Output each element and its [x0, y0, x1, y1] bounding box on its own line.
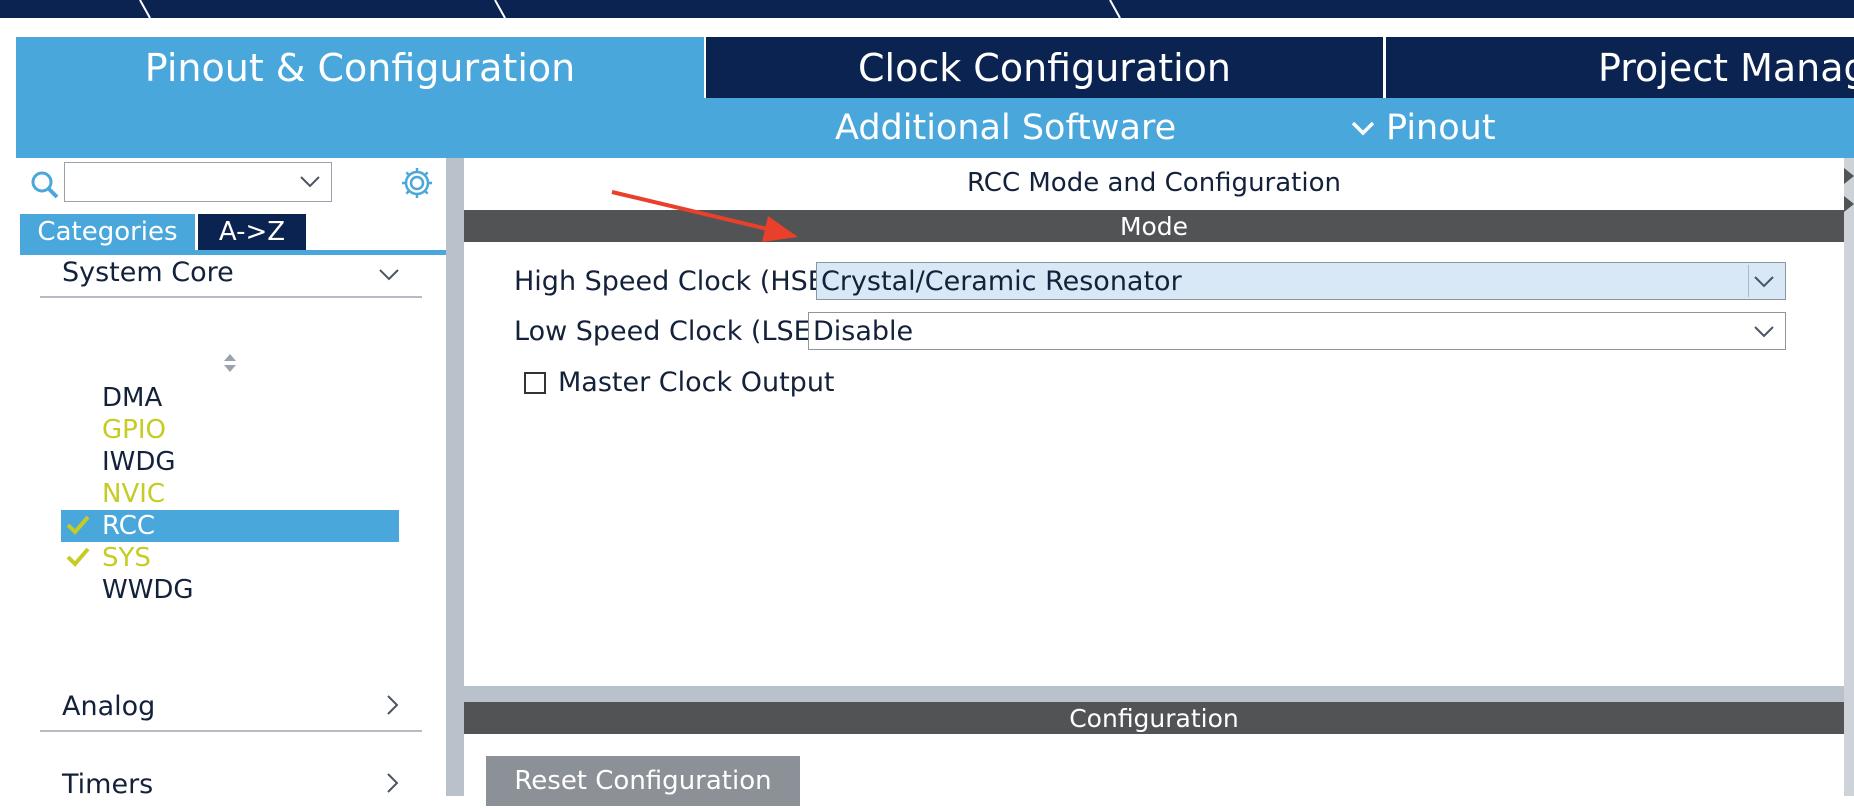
list-item-label: WWDG [102, 575, 194, 605]
list-item-label: RCC [102, 511, 156, 541]
chevron-down-icon [1754, 276, 1774, 288]
collapse-arrow-icon[interactable] [1840, 162, 1854, 222]
list-item-dma[interactable]: DMA [61, 382, 399, 414]
group-analog[interactable]: Analog [40, 684, 422, 732]
group-label: System Core [62, 257, 234, 288]
hse-select[interactable]: Crystal/Ceramic Resonator [816, 262, 1786, 300]
list-item-label: SYS [102, 543, 151, 573]
reset-configuration-button[interactable]: Reset Configuration [486, 756, 800, 806]
lse-select-value: Disable [813, 316, 914, 347]
pinout-menu-label: Pinout [1386, 108, 1496, 148]
tab-project-manager[interactable]: Project Manage [1386, 37, 1854, 98]
category-panel: Categories A->Z System Core DMA GPIO IWD… [16, 158, 446, 800]
annotation-arrow-icon [611, 190, 798, 242]
right-edge-strip [1844, 158, 1854, 796]
tab-a-to-z[interactable]: A->Z [198, 214, 306, 250]
list-item-nvic[interactable]: NVIC [61, 478, 399, 510]
sub-tab-bar: Additional Software Pinout [16, 98, 1854, 158]
hse-select-value: Crystal/Ceramic Resonator [821, 266, 1182, 297]
search-icon[interactable] [30, 170, 60, 200]
list-item-wwdg[interactable]: WWDG [61, 574, 399, 606]
chevron-down-icon [379, 269, 399, 281]
search-input[interactable] [64, 162, 332, 202]
list-item-label: NVIC [102, 479, 166, 509]
breadcrumb-separators [139, 0, 1121, 18]
group-system-core[interactable]: System Core [40, 250, 422, 298]
list-item-gpio[interactable]: GPIO [61, 414, 399, 446]
configuration-panel: Configuration Reset Configuration [464, 702, 1844, 806]
chevron-down-icon [300, 176, 320, 188]
panel-splitter[interactable] [446, 158, 464, 796]
breadcrumb [0, 0, 1854, 18]
gear-icon[interactable] [400, 166, 434, 200]
chevron-right-icon [387, 773, 399, 793]
chevron-right-icon [387, 695, 399, 715]
chevron-down-icon [1754, 326, 1774, 338]
master-clock-output-checkbox[interactable] [524, 372, 546, 394]
lse-label: Low Speed Clock (LSE) [514, 316, 822, 347]
group-label: Timers [62, 769, 154, 800]
chevron-down-icon [1351, 121, 1375, 136]
lse-select[interactable]: Disable [808, 312, 1786, 350]
list-item-label: GPIO [102, 415, 166, 445]
list-item-sys[interactable]: SYS [61, 542, 399, 574]
configuration-section-header: Configuration [464, 702, 1844, 734]
list-item-label: IWDG [102, 447, 176, 477]
checkmark-icon [66, 515, 90, 535]
pinout-menu[interactable]: Pinout [1350, 98, 1496, 158]
master-clock-output-label: Master Clock Output [558, 367, 835, 398]
group-timers[interactable]: Timers [40, 760, 422, 808]
main-tab-bar: Pinout & Configuration Clock Configurati… [16, 37, 1854, 98]
select-divider [1748, 265, 1749, 297]
checkmark-icon [66, 547, 90, 567]
sort-icon[interactable] [222, 352, 238, 374]
tab-pinout-configuration[interactable]: Pinout & Configuration [16, 37, 704, 98]
list-item-iwdg[interactable]: IWDG [61, 446, 399, 478]
tab-additional-software[interactable]: Additional Software [835, 98, 1176, 158]
tab-clock-configuration[interactable]: Clock Configuration [706, 37, 1383, 98]
group-label: Analog [62, 691, 156, 722]
hse-label: High Speed Clock (HSE) [514, 266, 836, 297]
list-item-label: DMA [102, 383, 163, 413]
list-item-rcc[interactable]: RCC [61, 510, 399, 542]
tab-categories[interactable]: Categories [20, 214, 195, 250]
panel-splitter-horizontal[interactable] [464, 686, 1844, 702]
